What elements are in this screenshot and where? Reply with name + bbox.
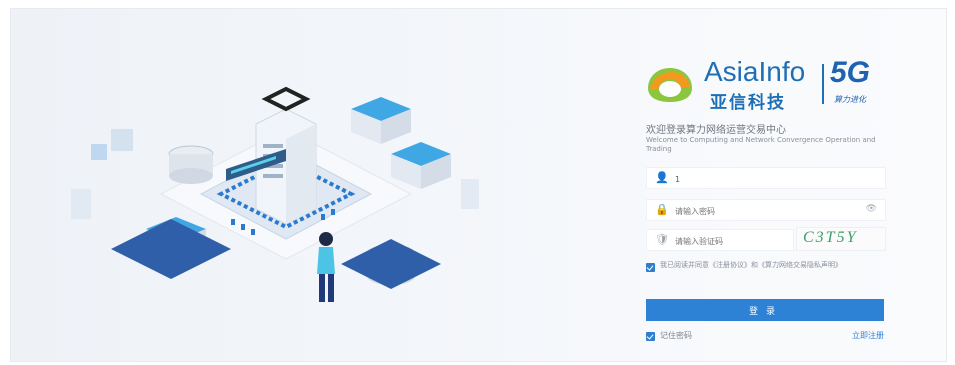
user-icon: 👤 bbox=[655, 171, 669, 184]
captcha-text: C3T5Y bbox=[803, 229, 858, 246]
brand-divider bbox=[822, 64, 824, 104]
shield-icon: 🛡 bbox=[655, 233, 669, 246]
remember-checkbox[interactable] bbox=[646, 332, 655, 341]
register-link[interactable]: 立即注册 bbox=[852, 330, 884, 341]
brand-header: AsiaInfo 亚信科技 5G 算力进化 bbox=[636, 54, 886, 113]
captcha-field[interactable]: 🛡 bbox=[646, 229, 794, 251]
agreement-checkbox[interactable] bbox=[646, 263, 655, 272]
brand-name-cn: 亚信科技 bbox=[710, 93, 786, 113]
remember-label: 记住密码 bbox=[660, 331, 692, 340]
agreement-text: 我已阅读并同意《注册协议》和《算力网络交易隐私声明》 bbox=[660, 261, 842, 269]
5g-badge-subtitle: 算力进化 bbox=[834, 95, 866, 104]
isometric-datacenter-illustration bbox=[71, 86, 479, 302]
captcha-input[interactable] bbox=[673, 232, 787, 250]
login-button[interactable]: 登录 bbox=[646, 299, 884, 321]
username-input[interactable] bbox=[673, 170, 867, 188]
5g-badge: 5G bbox=[830, 56, 871, 89]
username-field[interactable]: 👤 bbox=[646, 167, 886, 189]
login-page: AsiaInfo 亚信科技 5G 算力进化 欢迎登录算力网络运营交易中心 Wel… bbox=[10, 8, 947, 362]
eye-icon[interactable]: 👁 bbox=[866, 204, 877, 214]
login-panel: AsiaInfo 亚信科技 5G 算力进化 欢迎登录算力网络运营交易中心 Wel… bbox=[636, 54, 886, 354]
asiainfo-logo-icon bbox=[648, 68, 692, 102]
brand-name-en: AsiaInfo bbox=[704, 56, 806, 87]
password-field[interactable]: 🔒 👁 bbox=[646, 199, 886, 221]
captcha-image[interactable]: C3T5Y bbox=[796, 227, 886, 251]
welcome-title-cn: 欢迎登录算力网络运营交易中心 bbox=[646, 125, 786, 136]
welcome-title-en: Welcome to Computing and Network Converg… bbox=[646, 136, 876, 153]
password-input[interactable] bbox=[673, 202, 867, 220]
lock-icon: 🔒 bbox=[655, 203, 669, 216]
